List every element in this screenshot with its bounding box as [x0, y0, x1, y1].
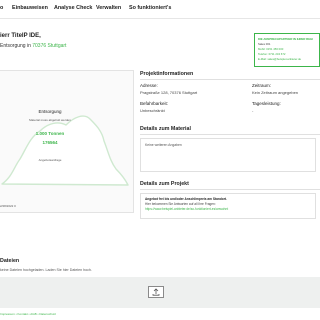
material-id: 176564	[42, 140, 58, 145]
project-details-line-2: Hier bekommen Sie Antworten auf all Ihre…	[145, 202, 216, 206]
subtitle-location: 70376 Stuttgart	[32, 43, 67, 49]
nav-item-partial[interactable]: o	[0, 5, 3, 11]
divider	[140, 134, 320, 135]
project-details-heading: Details zum Projekt	[140, 181, 320, 187]
upload-icon	[152, 288, 160, 296]
nav-item-analyse-check[interactable]: Analyse Check	[54, 5, 92, 11]
contact-email[interactable]: E-Mail: sales@beispiel-anbieter.de	[258, 57, 301, 61]
project-info-title: Projektinformationen	[140, 71, 194, 77]
divider	[140, 189, 320, 190]
address-value: Pragstraße 128, 70376 Stuttgart	[140, 90, 198, 95]
project-details-title: Details zum Projekt	[140, 181, 189, 187]
files-empty-note: keine Dateien hochgeladen. Laden Sie hie…	[0, 268, 92, 272]
material-details-heading: Details zum Material	[140, 126, 320, 132]
contact-card: DIE ANSPRECHPARTNER IN IHRER REGI Sales …	[254, 33, 320, 67]
page-title: ierr TiteIP IDE,	[0, 33, 41, 39]
project-info-heading: Projektinformationen	[140, 71, 320, 77]
material-details-title: Details zum Material	[140, 126, 191, 132]
page-subtitle: Entsorgung in 70376 Stuttgart	[0, 43, 66, 49]
material-details-text: Keine weiteren Angaben	[145, 143, 182, 147]
project-details-line-1: Angebot frei bis und/oder Anschlimpreis …	[145, 197, 227, 201]
project-details-box: Angebot frei bis und/oder Anschlimpreis …	[140, 193, 316, 219]
material-category: Entsorgung	[38, 109, 62, 114]
nav-item-einbauweisen[interactable]: Einbauweisen	[12, 5, 48, 11]
contact-title: DIE ANSPRECHPARTNER IN IHRER REGI	[258, 37, 314, 41]
footer-links[interactable]: Impressum • Kontakt • AGB • Datenschutz	[0, 312, 56, 316]
material-amount: 1.000 Tonnen	[35, 131, 65, 136]
period-value: Kein Zeitraum angegeben	[252, 90, 299, 95]
divider	[140, 79, 320, 80]
material-summary-panel: Entsorgung Material muss abgeholt werden…	[0, 70, 134, 213]
passable-value: Unbeschränkt	[140, 108, 165, 113]
passable-label: Befahrbarkeit:	[140, 101, 169, 106]
project-details-link[interactable]: https://www.beispiel-anbieter.de/so-funk…	[145, 207, 228, 211]
contact-phone[interactable]: Telefon: 0711 234 672	[258, 52, 285, 56]
address-label: Adresse:	[140, 83, 158, 88]
nav-item-verwalten[interactable]: Verwalten	[96, 5, 121, 11]
contact-mobile[interactable]: Mobil: 0151 456 000	[258, 47, 283, 51]
files-heading: Dateien	[0, 258, 20, 264]
period-label: Zeitraum:	[252, 83, 272, 88]
material-note: Material muss abgeholt werden	[29, 118, 71, 122]
nav-item-so-funktionierts[interactable]: So funktioniert's	[129, 5, 171, 11]
request-date: 2/28/2022 0	[0, 204, 16, 208]
subtitle-type: Entsorgung	[0, 43, 26, 49]
daily-output-label: Tagesleistung:	[252, 101, 281, 106]
contact-name: Sales 001	[258, 42, 271, 46]
material-details-box: Keine weiteren Angaben	[140, 138, 316, 172]
daily-output-value: -	[252, 108, 254, 113]
upload-button[interactable]	[148, 286, 164, 298]
top-navigation: o Einbauweisen Analyse Check Verwalten S…	[0, 0, 320, 19]
request-type-label: Angebotsanfrage	[38, 158, 62, 162]
